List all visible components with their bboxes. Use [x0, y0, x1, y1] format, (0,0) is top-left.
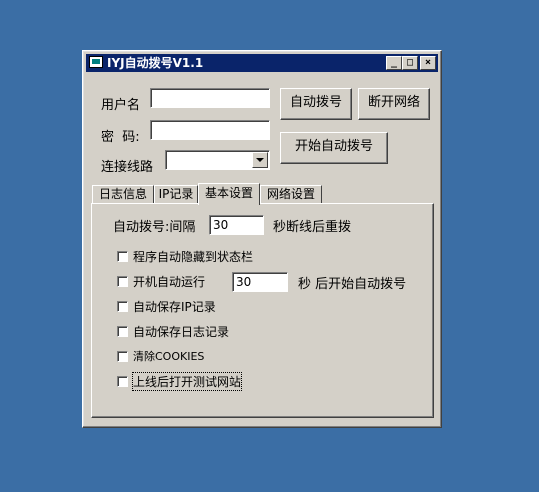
open-test-site-label[interactable]: 上线后打开测试网站	[131, 372, 243, 391]
auto-dial-button[interactable]: 自动拨号	[280, 88, 352, 120]
autorun-checkbox[interactable]	[117, 276, 128, 287]
hide-to-tray-checkbox[interactable]	[117, 251, 128, 262]
username-input[interactable]	[150, 88, 270, 108]
redial-interval-input[interactable]: 30	[209, 215, 264, 235]
clear-cookies-label[interactable]: 清除COOKIES	[133, 348, 204, 364]
basic-settings-panel: 自动拨号:间隔 30 秒断线后重拨 程序自动隐藏到状态栏 开机自动运行 30 秒…	[91, 203, 434, 418]
password-input[interactable]	[150, 120, 270, 140]
maximize-button[interactable]: □	[402, 56, 418, 70]
tab-ip-record[interactable]: IP记录	[154, 185, 198, 204]
auto-save-ip-label[interactable]: 自动保存IP记录	[133, 298, 216, 315]
line-select[interactable]	[165, 150, 270, 170]
app-icon	[89, 56, 103, 68]
clear-cookies-checkbox[interactable]	[117, 351, 128, 362]
close-icon: ×	[424, 57, 432, 68]
password-label: 密 码:	[101, 130, 140, 145]
chevron-down-icon[interactable]	[252, 152, 268, 168]
minimize-button[interactable]: _	[386, 56, 402, 70]
title-bar[interactable]: IYJ自动拨号V1.1 _ □ ×	[86, 54, 438, 72]
autorun-delay-suffix: 秒 后开始自动拨号	[298, 277, 407, 292]
hide-to-tray-label[interactable]: 程序自动隐藏到状态栏	[133, 248, 253, 265]
window-title: IYJ自动拨号V1.1	[107, 56, 204, 70]
autorun-delay-input[interactable]: 30	[232, 272, 288, 292]
close-button[interactable]: ×	[420, 56, 436, 70]
tab-log[interactable]: 日志信息	[92, 185, 154, 204]
autorun-label[interactable]: 开机自动运行	[133, 273, 205, 290]
redial-interval-suffix: 秒断线后重拨	[273, 220, 352, 235]
auto-save-ip-checkbox[interactable]	[117, 301, 128, 312]
disconnect-button[interactable]: 断开网络	[358, 88, 430, 120]
start-auto-dial-button[interactable]: 开始自动拨号	[280, 132, 388, 164]
main-window: IYJ自动拨号V1.1 _ □ × 用户名 密 码: 连接线路 自动拨号 断开网…	[82, 50, 442, 428]
username-label: 用户名	[101, 98, 141, 113]
tab-network-settings[interactable]: 网络设置	[260, 185, 322, 204]
tab-basic-settings[interactable]: 基本设置	[198, 183, 260, 205]
open-test-site-checkbox[interactable]	[117, 376, 128, 387]
redial-interval-label: 自动拨号:间隔	[113, 220, 196, 235]
maximize-icon: □	[406, 57, 414, 68]
auto-save-log-label[interactable]: 自动保存日志记录	[133, 323, 229, 340]
line-label: 连接线路	[101, 160, 154, 175]
minimize-icon: _	[390, 57, 398, 68]
auto-save-log-checkbox[interactable]	[117, 326, 128, 337]
